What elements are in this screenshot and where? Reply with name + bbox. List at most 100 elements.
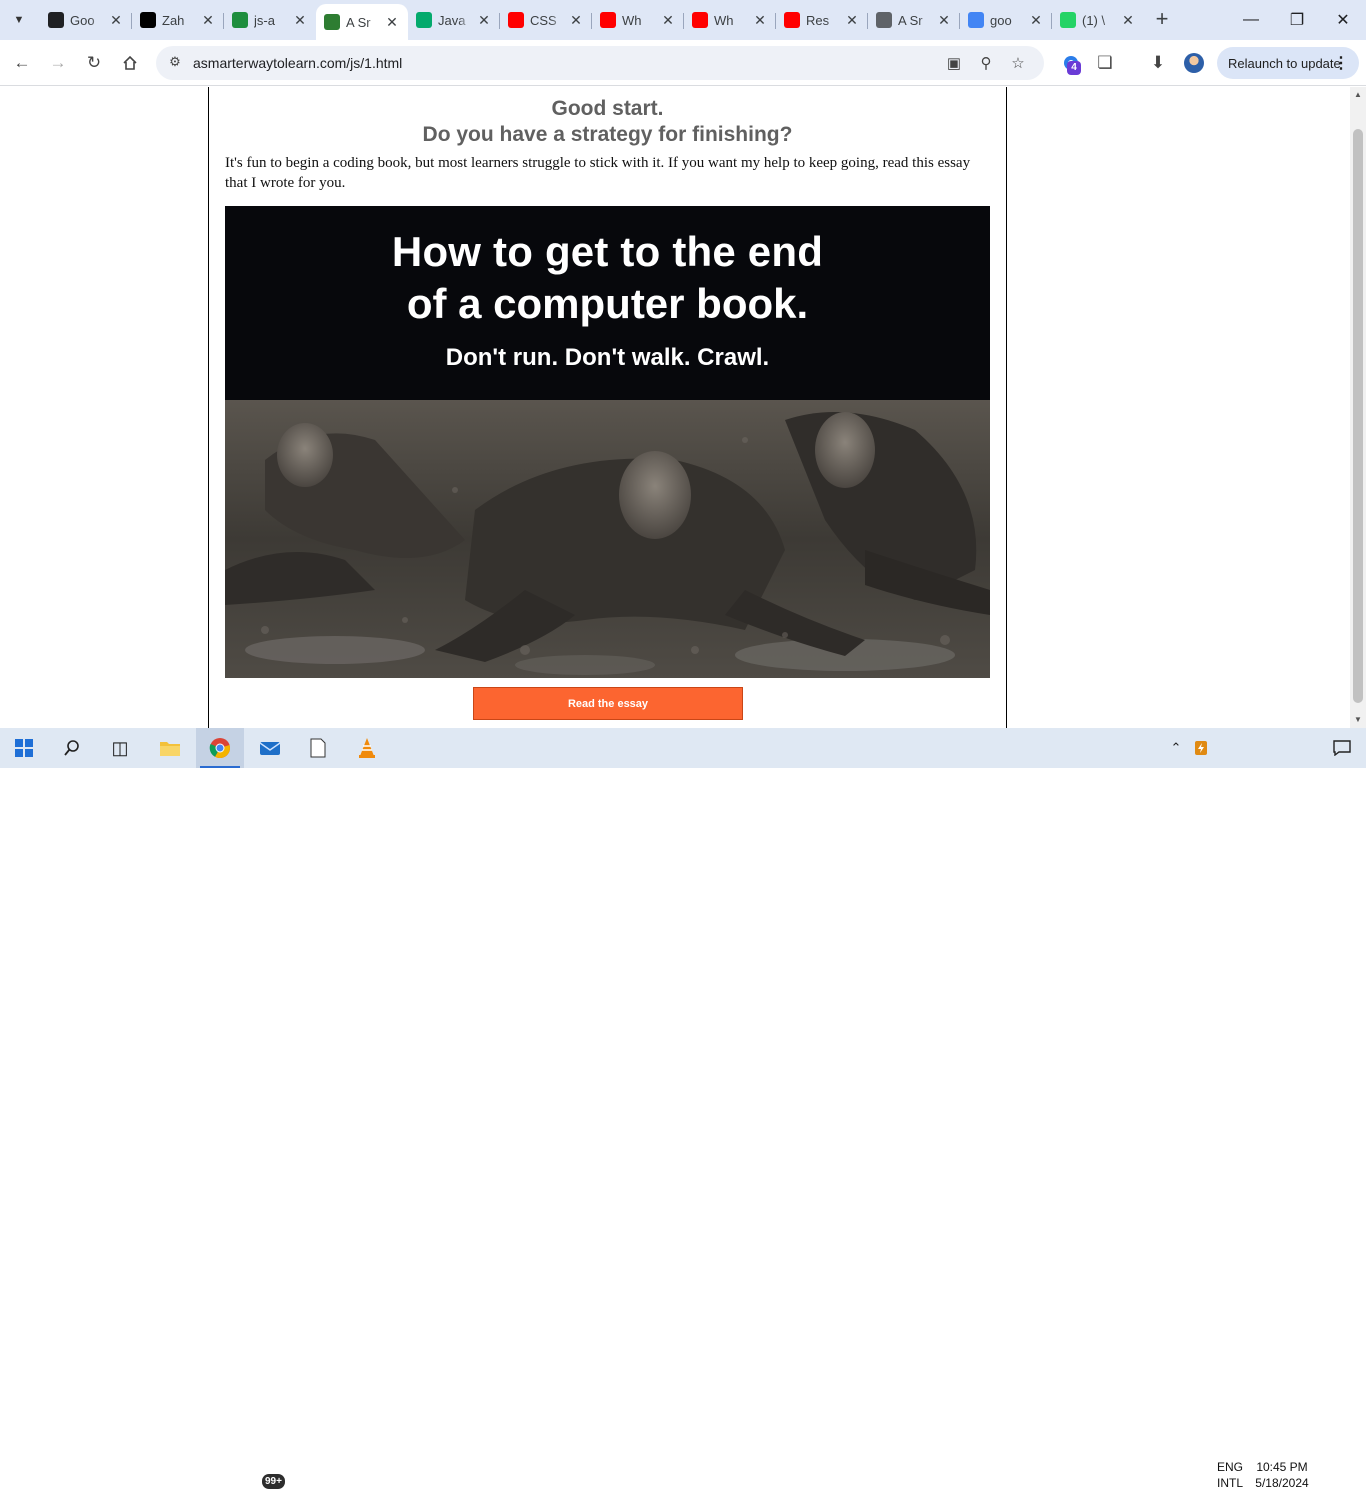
home-button[interactable] [116,49,144,77]
tab-search-button[interactable]: ▼ [7,8,31,32]
tray-overflow-button[interactable]: ⌃ [1162,728,1190,768]
tab-close-icon[interactable]: ✕ [844,12,860,29]
scrollbar-thumb[interactable] [1353,129,1363,703]
clock[interactable]: 10:45 PM 5/18/2024 [1252,1459,1312,1491]
address-bar[interactable]: ⚙ asmarterwaytolearn.com/js/1.html ▣ ⚲ ☆ [156,46,1044,80]
arrow-right-icon: → [49,53,67,72]
browser-tab[interactable]: Res ✕ [776,6,868,34]
browser-tab[interactable]: (1) \ ✕ [1052,6,1144,34]
heading-good-start: Good start. [551,97,664,120]
profile-avatar[interactable] [1184,53,1204,73]
restore-icon: ❐ [1289,12,1305,29]
taskbar-notepad[interactable] [294,728,342,768]
minimize-icon: — [1243,11,1259,28]
url-text[interactable]: asmarterwaytolearn.com/js/1.html [193,55,402,71]
tab-title: js-a [254,12,275,28]
tab-close-icon[interactable]: ✕ [384,14,400,31]
youtube-icon [508,12,524,28]
task-view-button[interactable]: ◫ [96,728,144,768]
taskbar-vlc[interactable] [343,728,391,768]
camera-off-icon[interactable]: ▣ [944,54,964,74]
tab-title: Res [806,12,830,28]
tab-title: Wh [714,12,734,28]
tab-title: Java [438,12,466,28]
mail-unread-badge: 99+ [262,1474,285,1489]
tab-close-icon[interactable]: ✕ [660,12,676,29]
reload-button[interactable]: ↻ [80,49,108,77]
intro-paragraph: It's fun to begin a coding book, but mos… [225,155,971,191]
close-icon: ✕ [1336,12,1350,29]
browser-tab[interactable]: CSS ✕ [500,6,592,34]
browser-tab[interactable]: js-a ✕ [224,6,316,34]
globe-icon [876,12,892,28]
relaunch-button[interactable]: Relaunch to update ⋮ [1217,47,1359,79]
openai-icon [48,12,64,28]
tab-close-icon[interactable]: ✕ [752,12,768,29]
taskbar-search-button[interactable] [48,728,96,768]
browser-tab[interactable]: A Sr ✕ [316,4,408,40]
scroll-up-arrow-icon[interactable]: ▲ [1350,87,1366,103]
taskbar-mail[interactable] [246,728,294,768]
minimize-button[interactable]: — [1228,0,1274,40]
close-window-button[interactable]: ✕ [1320,0,1366,40]
tab-title: goo [990,12,1012,28]
lang-bottom: INTL [1216,1476,1243,1490]
heading-strategy: Do you have a strategy for finishing? [422,123,793,146]
restore-button[interactable]: ❐ [1274,0,1320,40]
arrow-left-icon: ← [13,53,31,72]
extensions-menu-button[interactable]: ❏ [1091,49,1119,77]
taskbar-file-explorer[interactable] [146,728,194,768]
tab-close-icon[interactable]: ✕ [936,12,952,29]
windows-taskbar: ◫ 99+ ⌃ ENG INTL 10:45 PM 5/18/2024 [0,728,1366,1490]
new-tab-button[interactable]: + [1150,8,1174,32]
bookmark-star-icon[interactable]: ☆ [1008,54,1028,74]
chevron-up-icon: ⌃ [1170,740,1182,755]
tab-close-icon[interactable]: ✕ [1028,12,1044,29]
tab-close-icon[interactable]: ✕ [108,12,124,29]
mud-crawl-photo [225,400,990,678]
site-info-icon[interactable]: ⚙ [166,54,184,72]
downloads-button[interactable]: ⬇ [1144,49,1172,77]
tab-close-icon[interactable]: ✕ [568,12,584,29]
read-essay-button[interactable]: Read the essay [473,687,743,720]
back-button[interactable]: ← [8,49,36,77]
youtube-icon [600,12,616,28]
taskbar-chrome[interactable] [196,728,244,768]
tab-close-icon[interactable]: ✕ [200,12,216,29]
tab-close-icon[interactable]: ✕ [476,12,492,29]
forward-button[interactable]: → [44,49,72,77]
folder-icon [160,742,180,756]
smarter-way-icon [324,14,340,30]
page-scrollbar[interactable]: ▲ ▼ [1350,87,1366,728]
content-column: Good start. Do you have a strategy for f… [208,87,1007,728]
tab-title: (1) \ [1082,12,1106,28]
search-icon [64,740,79,756]
tab-title: Wh [622,12,642,28]
tab-title: CSS [530,12,557,28]
tray-app-icon[interactable] [1190,728,1212,768]
start-button[interactable] [0,728,48,768]
browser-tab[interactable]: goo ✕ [960,6,1052,34]
google-classroom-icon [232,12,248,28]
chevron-down-icon: ▼ [13,14,25,26]
tab-close-icon[interactable]: ✕ [1120,12,1136,29]
browser-tab[interactable]: Wh ✕ [592,6,684,34]
reload-icon: ↻ [86,53,102,72]
browser-tab[interactable]: Java ✕ [408,6,500,34]
task-view-icon: ◫ [111,737,129,758]
tab-title: A Sr [346,14,371,30]
notification-center-button[interactable] [1318,728,1366,768]
more-menu-icon[interactable]: ⋮ [1333,53,1349,73]
input-language[interactable]: ENG INTL [1214,1459,1246,1491]
essay-banner-image[interactable]: How to get to the end of a computer book… [225,206,990,678]
download-icon: ⬇ [1150,53,1166,72]
browser-tab[interactable]: A Sr ✕ [868,6,960,34]
zoom-icon[interactable]: ⚲ [976,54,996,74]
tab-strip: ▼ Goo ✕ Zah ✕ js-a ✕ A Sr ✕ Java ✕ CSS ✕ Wh ✕ Wh ✕ Res ✕ A… [0,0,1366,40]
browser-tab[interactable]: Goo ✕ [40,6,132,34]
tab-close-icon[interactable]: ✕ [292,12,308,29]
battery-saver-icon [1195,741,1207,755]
scroll-down-arrow-icon[interactable]: ▼ [1350,712,1366,728]
browser-tab[interactable]: Wh ✕ [684,6,776,34]
browser-tab[interactable]: Zah ✕ [132,6,224,34]
